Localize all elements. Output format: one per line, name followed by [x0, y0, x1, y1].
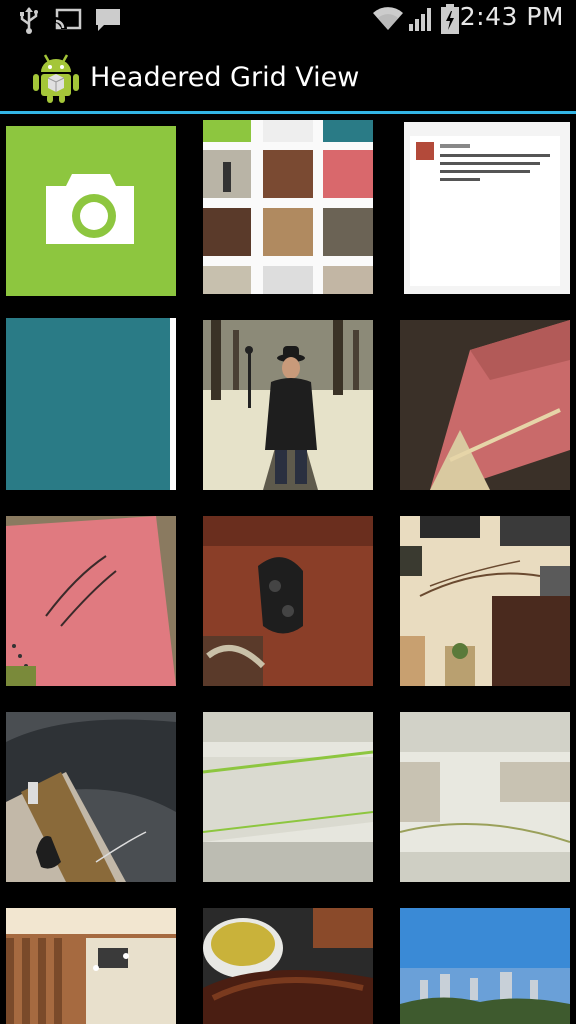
photo-food-plate[interactable] — [203, 908, 373, 1024]
photo-living-room[interactable] — [400, 516, 570, 686]
battery-charging-icon — [440, 4, 460, 38]
action-bar: Headered Grid View — [0, 40, 576, 114]
photo-pink-notebook[interactable] — [6, 516, 176, 686]
photo-screenshot-post[interactable] — [404, 122, 570, 294]
usb-icon — [18, 6, 40, 38]
wifi-icon — [372, 6, 404, 36]
photo-teal-tile[interactable] — [6, 318, 176, 490]
photo-screenshot-grid[interactable] — [203, 120, 373, 294]
photo-dark-sofa[interactable] — [6, 712, 176, 882]
camera-tile[interactable] — [6, 126, 176, 296]
photo-city-skyline[interactable] — [400, 908, 570, 1024]
cast-icon — [54, 8, 82, 36]
photo-restaurant[interactable] — [6, 908, 176, 1024]
camera-icon — [6, 126, 176, 296]
status-bar: 2:43 PM — [0, 0, 576, 40]
status-time: 2:43 PM — [459, 2, 564, 31]
android-launcher-icon[interactable] — [32, 52, 80, 108]
photo-sleep-mattress[interactable] — [203, 712, 373, 882]
photo-pink-fabric[interactable] — [400, 320, 570, 490]
photo-mattress-detail[interactable] — [400, 712, 570, 882]
app-title: Headered Grid View — [90, 62, 360, 93]
photo-game-controller[interactable] — [203, 516, 373, 686]
message-icon — [94, 6, 122, 38]
headered-grid-view[interactable] — [0, 114, 576, 1024]
signal-icon — [408, 6, 434, 36]
photo-man-in-snow[interactable] — [203, 320, 373, 490]
